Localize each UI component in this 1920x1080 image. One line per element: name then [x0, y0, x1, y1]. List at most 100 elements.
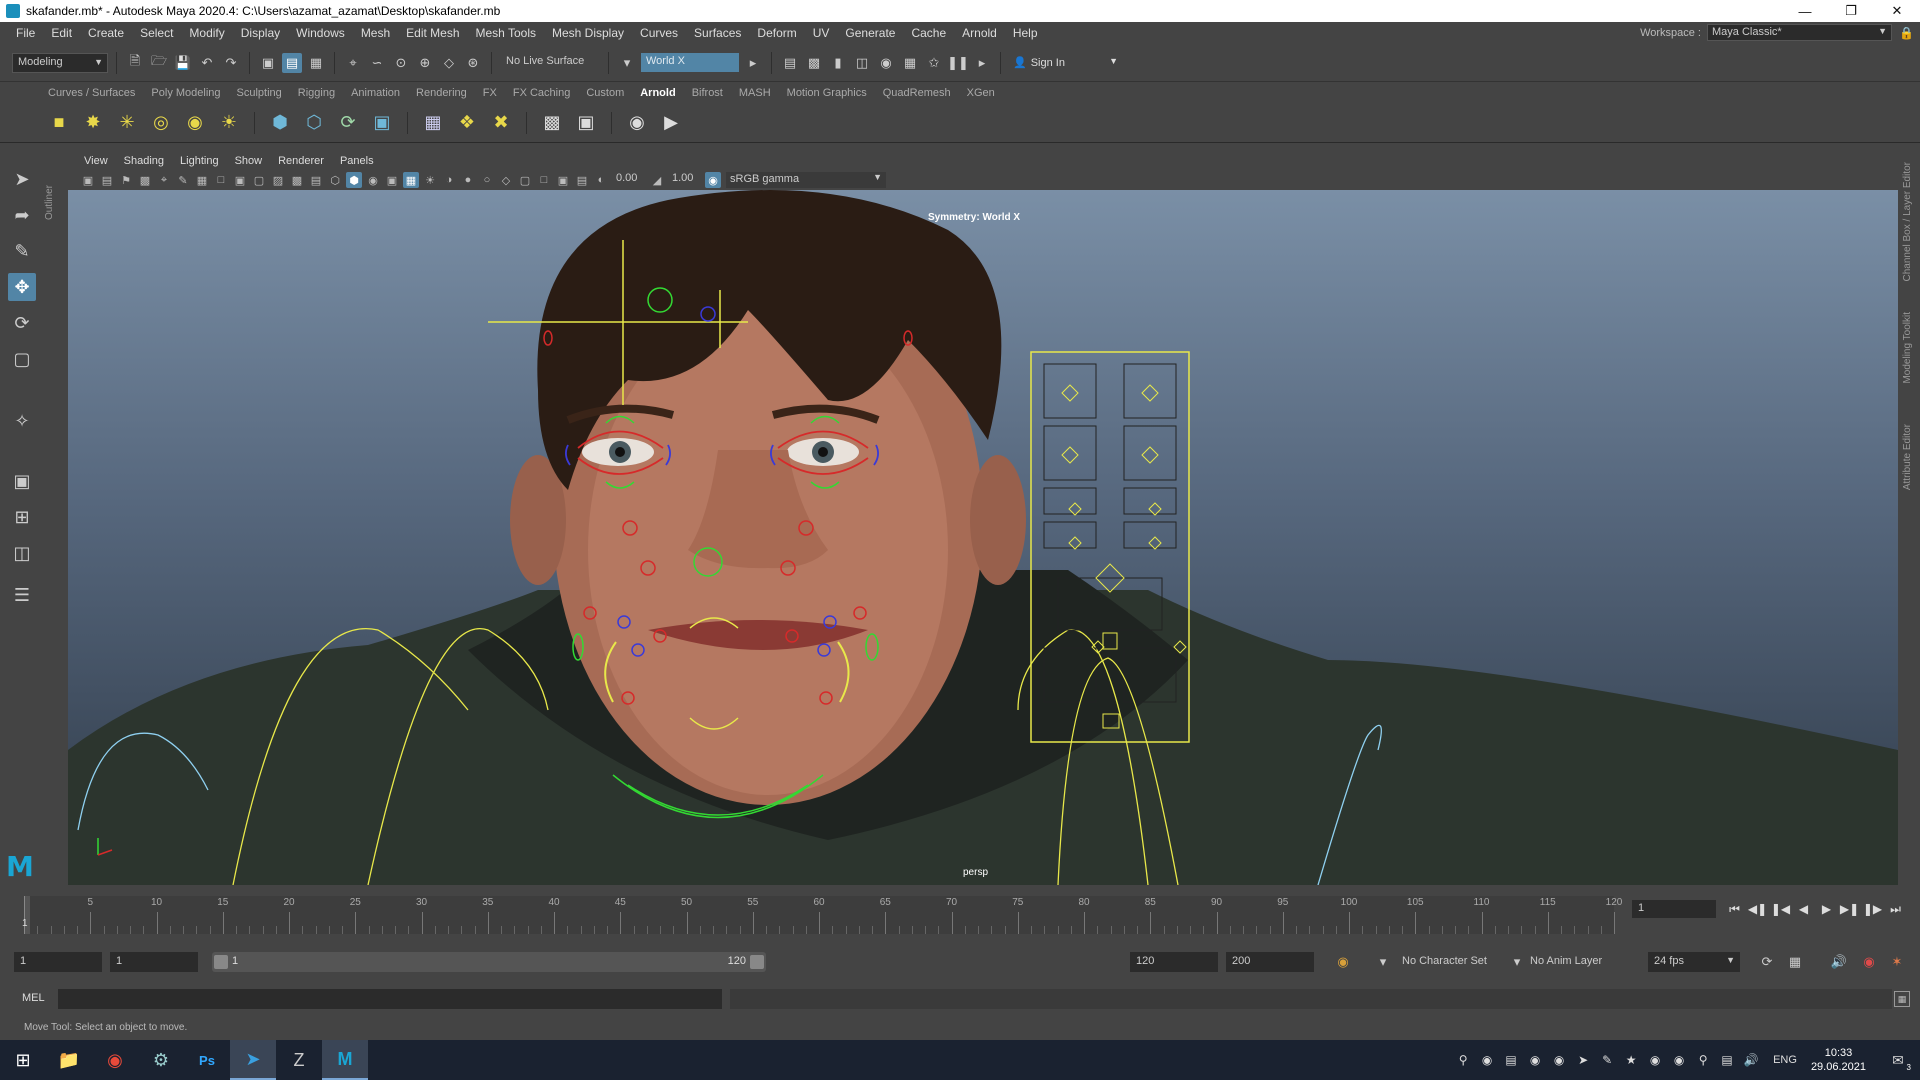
snap-grid-icon[interactable]: ⌖	[343, 53, 363, 73]
use-all-lights-icon[interactable]: ☀	[422, 172, 438, 188]
tray-app-icon[interactable]: ✎	[1599, 1052, 1615, 1068]
sign-in-dropdown[interactable]: 👤 Sign In ▼	[1009, 53, 1124, 73]
panel-menu-lighting[interactable]: Lighting	[172, 155, 227, 167]
new-scene-icon[interactable]: 🗎	[125, 53, 145, 73]
menu-create[interactable]: Create	[80, 26, 132, 40]
step-forward-key-icon[interactable]: ❚▶	[1863, 900, 1882, 918]
shelf-tab-fx[interactable]: FX	[475, 87, 505, 99]
light-editor-icon[interactable]: ✩	[924, 53, 944, 73]
play-forwards-icon[interactable]: ▶	[1818, 900, 1835, 918]
menu-windows[interactable]: Windows	[288, 26, 353, 40]
wireframe-icon[interactable]: ⬡	[327, 172, 343, 188]
grease-pencil-icon[interactable]: ✎	[175, 172, 191, 188]
txmanager-icon[interactable]: ▦	[420, 110, 446, 136]
shelf-tab-rendering[interactable]: Rendering	[408, 87, 475, 99]
panel-menu-renderer[interactable]: Renderer	[270, 155, 332, 167]
select-tool-icon[interactable]: ➤	[8, 165, 36, 193]
color-management-icon[interactable]: ◉	[705, 172, 721, 188]
windows-start-icon[interactable]: ⊞	[0, 1040, 46, 1080]
chevron-down-icon[interactable]: ▾	[617, 53, 637, 73]
shadows-icon[interactable]: ◑	[441, 172, 457, 188]
eye-icon[interactable]: ◉	[624, 110, 650, 136]
attribute-editor-tab[interactable]: Attribute Editor	[1902, 424, 1916, 490]
select-object-icon[interactable]: ▤	[282, 52, 302, 73]
film-gate-icon[interactable]: □	[213, 172, 229, 188]
curve-collector-icon[interactable]: ⟳	[335, 110, 361, 136]
menu-select[interactable]: Select	[132, 26, 181, 40]
tray-app-icon[interactable]: ◉	[1647, 1052, 1663, 1068]
render-view-icon[interactable]: ◫	[852, 53, 872, 73]
scale-tool-icon[interactable]: ▢	[8, 345, 36, 373]
playback-end-field[interactable]: 120	[1130, 952, 1218, 972]
menu-surfaces[interactable]: Surfaces	[686, 26, 749, 40]
anim-pref-icon[interactable]: ✶	[1888, 953, 1906, 971]
panel-menu-show[interactable]: Show	[227, 155, 271, 167]
playback-start-field[interactable]: 1	[110, 952, 198, 972]
grid-icon[interactable]: ▦	[194, 172, 210, 188]
motion-blur-icon[interactable]: ○	[479, 172, 495, 188]
physical-sky-icon[interactable]: ◉	[182, 110, 208, 136]
fps-dropdown[interactable]: 24 fps ▼	[1648, 952, 1740, 972]
save-scene-icon[interactable]: 💾	[173, 53, 193, 73]
shelf-tab-xgen[interactable]: XGen	[959, 87, 1003, 99]
range-slider[interactable]: 1 120	[212, 952, 766, 972]
resolution-gate-icon[interactable]: ▣	[232, 172, 248, 188]
bookmark-icon[interactable]: ⚑	[118, 172, 134, 188]
tray-app-icon[interactable]: ➤	[1575, 1052, 1591, 1068]
snap-point-icon[interactable]: ⊙	[391, 53, 411, 73]
outliner-layout-icon[interactable]: ☰	[8, 581, 36, 609]
play-backwards-icon[interactable]: ◀	[1795, 900, 1812, 918]
channel-box-tab[interactable]: Channel Box / Layer Editor	[1902, 162, 1916, 282]
animation-preferences-icon[interactable]: ▦	[1786, 953, 1804, 971]
time-slider-track[interactable]: 5 10 15 20 25 30 35 40 45 50 55 60 65 70 75 80 85 90 95 100…	[24, 896, 1622, 934]
chevron-right-icon[interactable]: ▸	[743, 53, 763, 73]
open-scene-icon[interactable]: 🗁	[149, 53, 169, 73]
sound-icon[interactable]: 🔊	[1830, 953, 1848, 971]
shelf-tab-arnold[interactable]: Arnold	[632, 87, 683, 99]
smooth-shade-icon[interactable]: ⬢	[346, 172, 362, 188]
close-button[interactable]: ✕	[1874, 0, 1920, 22]
render-view-icon[interactable]: ▩	[539, 110, 565, 136]
zbrush-icon[interactable]: Z	[276, 1040, 322, 1080]
menu-edit-mesh[interactable]: Edit Mesh	[398, 26, 467, 40]
go-to-start-icon[interactable]: ⏮	[1726, 900, 1743, 918]
menu-uv[interactable]: UV	[805, 26, 838, 40]
lock-icon[interactable]: 🔒	[1899, 26, 1914, 40]
lasso-tool-icon[interactable]: ➦	[8, 201, 36, 229]
render-icon[interactable]: ▣	[573, 110, 599, 136]
anim-layer-dropdown[interactable]: No Anim Layer	[1524, 952, 1634, 972]
skydome-light-icon[interactable]: ◎	[148, 110, 174, 136]
area-light-icon[interactable]: ■	[46, 110, 72, 136]
undo-icon[interactable]: ↶	[197, 53, 217, 73]
pause-icon[interactable]: ❚❚	[947, 53, 969, 73]
safe-title-icon[interactable]: ▤	[308, 172, 324, 188]
minimize-button[interactable]: —	[1782, 0, 1828, 22]
shelf-tab-motion-graphics[interactable]: Motion Graphics	[779, 87, 875, 99]
render-setup-icon[interactable]: ▦	[900, 53, 920, 73]
field-chart-icon[interactable]: ▨	[270, 172, 286, 188]
shelf-tab-rigging[interactable]: Rigging	[290, 87, 343, 99]
menu-display[interactable]: Display	[233, 26, 288, 40]
animation-start-field[interactable]: 1	[14, 952, 102, 972]
camera-attributes-icon[interactable]: ▤	[99, 172, 115, 188]
snap-curve-icon[interactable]: ∽	[367, 53, 387, 73]
screen-space-ao-icon[interactable]: ●	[460, 172, 476, 188]
xray-components-icon[interactable]: ▤	[574, 172, 590, 188]
app-tool-icon[interactable]: ⚙	[138, 1040, 184, 1080]
animation-end-field[interactable]: 200	[1226, 952, 1314, 972]
photometric-light-icon[interactable]: ✳	[114, 110, 140, 136]
material-icon[interactable]: ✖	[488, 110, 514, 136]
panel-menu-view[interactable]: View	[76, 155, 116, 167]
xray-joints-icon[interactable]: ▣	[555, 172, 571, 188]
photoshop-icon[interactable]: Ps	[184, 1040, 230, 1080]
modeling-toolkit-tab[interactable]: Modeling Toolkit	[1902, 312, 1916, 384]
shelf-tab-fx-caching[interactable]: FX Caching	[505, 87, 578, 99]
gamma-field[interactable]: 1.00	[668, 172, 702, 188]
four-view-layout-icon[interactable]: ⊞	[8, 503, 36, 531]
chevron-right-icon[interactable]: ▸	[972, 53, 992, 73]
symmetry-field[interactable]: World X	[641, 53, 739, 72]
menu-mesh-tools[interactable]: Mesh Tools	[468, 26, 544, 40]
menu-cache[interactable]: Cache	[903, 26, 954, 40]
command-input[interactable]	[58, 989, 722, 1009]
tray-app-icon[interactable]: ◉	[1527, 1052, 1543, 1068]
